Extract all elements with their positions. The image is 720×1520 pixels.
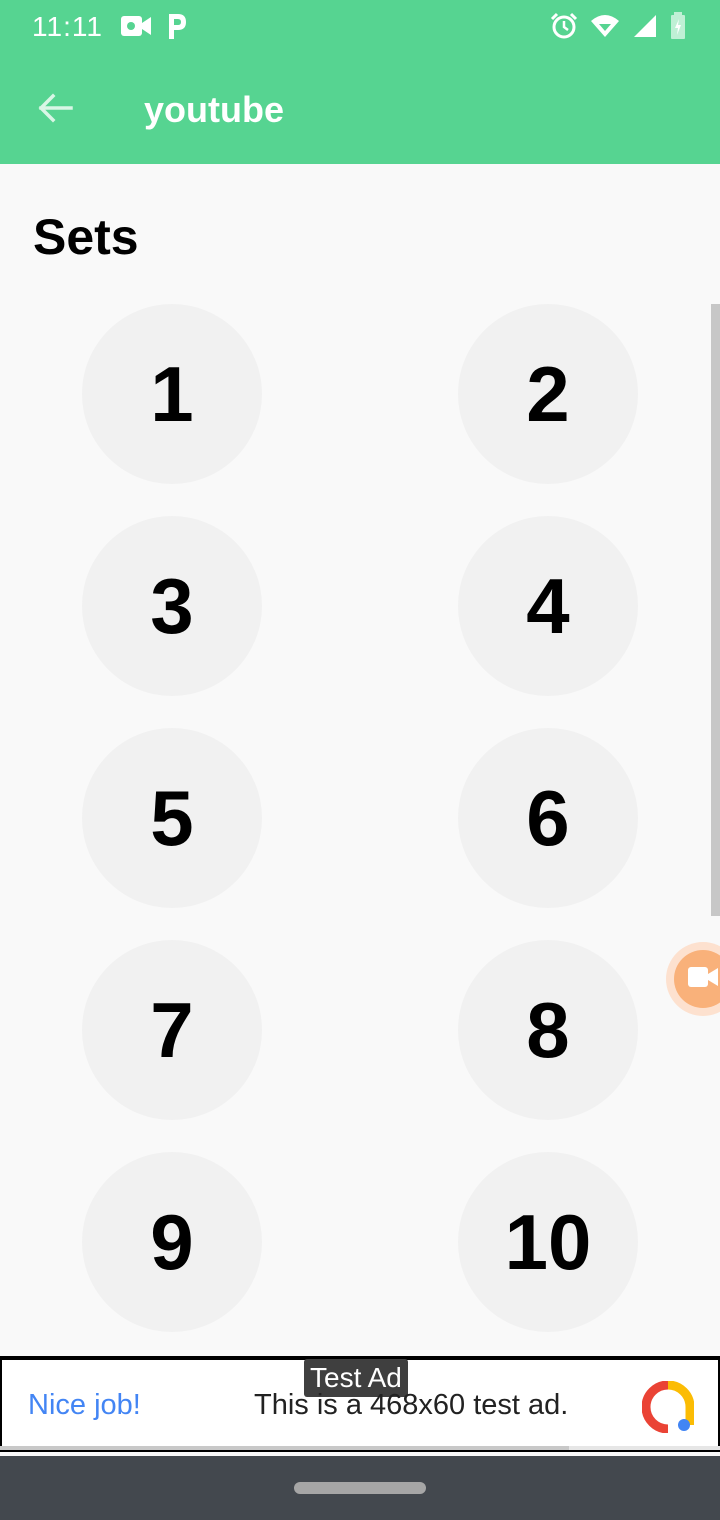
section-title: Sets	[33, 209, 139, 265]
set-button-7[interactable]: 7	[82, 940, 262, 1120]
ad-logo-icon[interactable]	[641, 1380, 695, 1434]
arrow-back-icon	[37, 93, 73, 128]
set-button-10[interactable]: 10	[458, 1152, 638, 1332]
wifi-icon	[590, 13, 620, 44]
set-button-4[interactable]: 4	[458, 516, 638, 696]
ad-progress-bar	[0, 1446, 720, 1450]
ad-body-text[interactable]: This is a 468x60 test ad.	[254, 1389, 568, 1422]
status-right-icons	[550, 12, 686, 45]
set-button-8[interactable]: 8	[458, 940, 638, 1120]
app-bar: youtube	[0, 54, 720, 164]
ad-progress-fill	[0, 1446, 569, 1450]
status-left-icons	[120, 12, 188, 45]
alarm-icon	[550, 12, 578, 45]
sets-grid: 1 2 3 4 5 6 7 8 9 10	[0, 304, 720, 1356]
battery-icon	[670, 12, 686, 45]
scrollbar[interactable]	[711, 304, 720, 916]
home-gesture-handle[interactable]	[294, 1482, 426, 1494]
status-bar: 11:11	[0, 0, 720, 54]
back-button[interactable]	[30, 87, 80, 133]
ad-headline[interactable]: Nice job!	[28, 1389, 141, 1422]
status-time: 11:11	[32, 11, 103, 42]
set-button-9[interactable]: 9	[82, 1152, 262, 1332]
app-title: youtube	[144, 89, 284, 130]
video-camera-icon	[120, 13, 152, 44]
parking-icon	[166, 12, 188, 45]
set-button-2[interactable]: 2	[458, 304, 638, 484]
signal-icon	[632, 13, 658, 44]
set-button-6[interactable]: 6	[458, 728, 638, 908]
navigation-bar	[0, 1456, 720, 1520]
video-camera-icon	[686, 964, 720, 995]
set-button-5[interactable]: 5	[82, 728, 262, 908]
set-button-1[interactable]: 1	[82, 304, 262, 484]
record-button-inner	[674, 950, 720, 1008]
set-button-3[interactable]: 3	[82, 516, 262, 696]
